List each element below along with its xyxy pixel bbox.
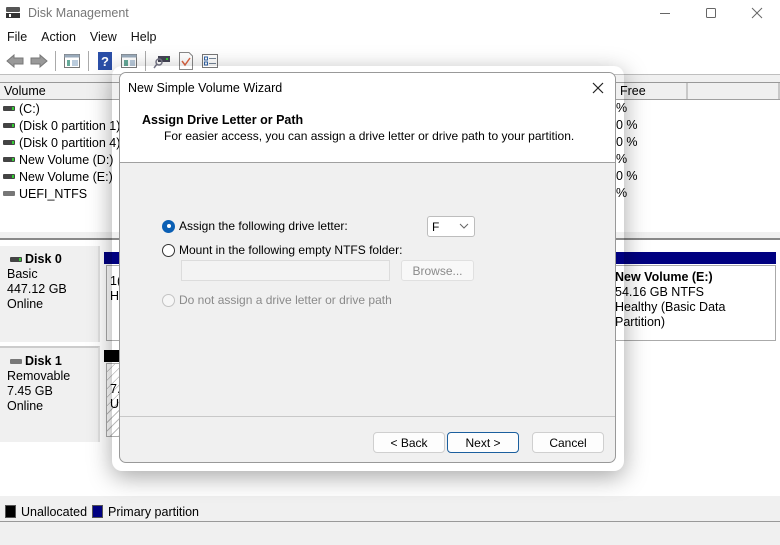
disk-0-label[interactable]: Disk 0 Basic 447.12 GB Online [0,246,100,342]
drive-icon [10,257,22,262]
drive-icon [3,191,15,196]
no-assign-radio[interactable] [162,293,175,307]
disk-management-window: Disk Management File Action View Help ? … [0,0,780,545]
wizard-subheading: For easier access, you can assign a driv… [164,129,575,143]
dialog-close-button[interactable] [589,79,607,97]
wizard-header: Assign Drive Letter or Path For easier a… [120,103,615,163]
wizard-footer: < Back Next > Cancel [120,416,615,462]
drive-icon [3,140,15,145]
disk-name: Disk 1 [25,354,62,368]
minimize-icon [660,13,670,14]
help-icon: ? [98,52,112,70]
no-assign-option[interactable]: Do not assign a drive letter or drive pa… [162,293,392,307]
menu-view[interactable]: View [83,30,124,44]
drive-icon [10,359,22,364]
legend: Unallocated Primary partition [0,502,780,522]
disk-type: Basic [7,267,38,281]
partition-status: Healthy (Basic Data Partition) [615,300,726,329]
new-simple-volume-wizard-dialog: New Simple Volume Wizard Assign Drive Le… [119,72,616,463]
volume-name: (Disk 0 partition 4) [19,135,121,150]
disk-status: Online [7,399,44,413]
maximize-icon [706,8,716,18]
drive-icon [3,174,15,179]
folder-path-input[interactable] [181,260,390,281]
mount-folder-option[interactable]: Mount in the following empty NTFS folder… [162,243,402,257]
console-tree-icon [64,54,80,68]
toolbar-separator [55,51,56,71]
forward-button[interactable] [29,51,49,71]
menu-bar: File Action View Help [0,26,780,48]
column-header-extra[interactable] [688,83,780,99]
primary-partition-swatch [92,505,104,518]
mount-folder-label: Mount in the following empty NTFS folder… [179,243,403,257]
drive-icon [3,123,15,128]
svg-text:?: ? [101,54,109,69]
no-assign-label: Do not assign a drive letter or drive pa… [179,293,392,307]
close-icon [751,7,763,19]
volume-name: UEFI_NTFS [19,186,88,201]
legend-label-unallocated: Unallocated [21,504,88,519]
toolbar-separator [88,51,89,71]
wizard-heading: Assign Drive Letter or Path [142,113,304,127]
forward-arrow-icon [30,54,48,68]
close-button[interactable] [734,0,780,26]
browse-button[interactable]: Browse... [401,260,474,281]
back-button[interactable] [5,51,25,71]
legend-label-primary: Primary partition [108,504,200,519]
menu-help[interactable]: Help [124,30,164,44]
disk-size: 7.45 GB [7,384,53,398]
next-button[interactable]: Next > [447,432,519,453]
partition-size: 54.16 GB NTFS [615,285,704,299]
volume-name: (C:) [19,101,40,116]
dialog-title-bar: New Simple Volume Wizard [120,73,615,103]
drive-icon [3,106,15,111]
disk-management-icon [6,7,22,19]
volume-name: (Disk 0 partition 1) [19,118,121,133]
help-button[interactable]: ? [95,51,115,71]
show-hide-console-tree-button[interactable] [62,51,82,71]
partition-title: New Volume (E:) [615,270,713,284]
disk-type: Removable [7,369,71,383]
menu-action[interactable]: Action [34,30,83,44]
disk-size: 447.12 GB [7,282,67,296]
mount-folder-radio[interactable] [162,243,175,257]
status-bar [0,523,780,545]
cancel-button[interactable]: Cancel [532,432,604,453]
maximize-button[interactable] [688,0,734,26]
column-header-free[interactable]: Free [616,83,688,99]
menu-file[interactable]: File [0,30,34,44]
minimize-button[interactable] [642,0,688,26]
assign-letter-option[interactable]: Assign the following drive letter: [162,219,348,233]
drive-letter-value: F [432,219,440,234]
unallocated-swatch [5,505,16,518]
assign-letter-label: Assign the following drive letter: [179,219,348,233]
window-title: Disk Management [28,6,129,20]
disk-status: Online [7,297,44,311]
wizard-body: Assign the following drive letter: F Mou… [120,163,615,417]
back-button[interactable]: < Back [373,432,445,453]
partition-new-volume-e[interactable]: New Volume (E:) 54.16 GB NTFS Healthy (B… [610,265,776,341]
drive-icon [3,157,15,162]
dialog-title: New Simple Volume Wizard [128,81,283,95]
assign-letter-radio[interactable] [162,219,175,233]
title-bar: Disk Management [0,0,780,26]
disk-1-label[interactable]: Disk 1 Removable 7.45 GB Online [0,346,100,442]
drive-letter-select[interactable]: F [427,216,475,237]
volume-name: New Volume (D:) [19,152,114,167]
disk-name: Disk 0 [25,252,62,266]
close-icon [592,82,604,94]
volume-name: New Volume (E:) [19,169,113,184]
back-arrow-icon [6,54,24,68]
chevron-down-icon [459,223,469,229]
primary-partition-strip [614,252,776,264]
